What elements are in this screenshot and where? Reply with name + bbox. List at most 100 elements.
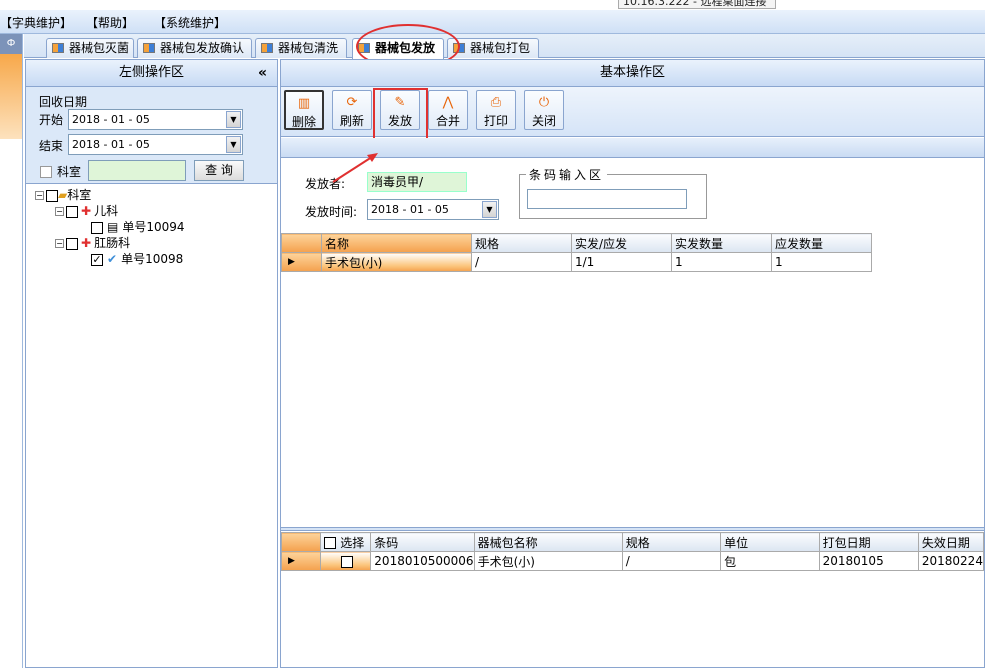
menu-dictionary[interactable]: 【字典维护】 bbox=[0, 14, 72, 31]
tab-pack[interactable]: 器械包打包 bbox=[447, 38, 539, 58]
cell[interactable]: 1/1 bbox=[571, 252, 672, 272]
pin-icon[interactable]: Ф bbox=[0, 34, 22, 54]
select-all-checkbox[interactable] bbox=[324, 537, 337, 549]
barcode-input[interactable] bbox=[527, 189, 687, 209]
package-icon bbox=[52, 43, 64, 53]
cell[interactable]: 2018010500006 bbox=[370, 551, 475, 571]
dropdown-icon[interactable]: ▼ bbox=[226, 111, 241, 128]
trash-icon: ▥ bbox=[297, 96, 311, 111]
dept-checkbox[interactable] bbox=[40, 164, 52, 178]
checkbox-checked[interactable] bbox=[91, 253, 103, 266]
issue-time-picker[interactable]: 2018 - 01 - 05 ▼ bbox=[367, 199, 499, 220]
check-icon: ✔ bbox=[107, 252, 118, 266]
end-date-picker[interactable]: 2018 - 01 - 05 ▼ bbox=[68, 134, 243, 155]
row-pointer-icon: ▶ bbox=[280, 551, 322, 571]
merge-icon: ⋀ bbox=[442, 95, 454, 110]
issue-form: 发放者: 消毒员甲/ 发放时间: 2018 - 01 - 05 ▼ 条码输入区 bbox=[281, 159, 984, 232]
start-date-picker[interactable]: 2018 - 01 - 05 ▼ bbox=[68, 109, 243, 130]
cell[interactable]: 20180105 bbox=[818, 551, 919, 571]
row-checkbox[interactable] bbox=[341, 555, 354, 568]
close-button[interactable]: ⏻ 关闭 bbox=[524, 90, 564, 130]
col-select[interactable]: 选择 bbox=[320, 532, 372, 552]
package-icon bbox=[261, 43, 273, 53]
tab-bar: 器械包灭菌 器械包发放确认 器械包清洗 器械包发放 器械包打包 bbox=[24, 34, 985, 59]
tree-node-10094[interactable]: ▤ 单号10094 bbox=[91, 219, 185, 235]
grid-splitter[interactable] bbox=[281, 527, 984, 531]
dropdown-icon[interactable]: ▼ bbox=[226, 136, 241, 153]
checkbox[interactable] bbox=[66, 237, 78, 250]
col-barcode[interactable]: 条码 bbox=[370, 532, 475, 552]
package-icon bbox=[143, 43, 155, 53]
left-panel: 左侧操作区 « 回收日期 开始 2018 - 01 - 05 ▼ 结束 2018 … bbox=[25, 59, 278, 668]
col-unit[interactable]: 单位 bbox=[720, 532, 820, 552]
col-ratio[interactable]: 实发/应发 bbox=[571, 233, 672, 253]
col-spec[interactable]: 规格 bbox=[621, 532, 722, 552]
checkbox[interactable] bbox=[66, 205, 78, 218]
right-panel: 基本操作区 ▥ 删除 ⟳ 刷新 ✎ 发放 ⋀ 合并 ⎙ 打印 ⏻ 关闭 发放者: 消毒员甲/… bbox=[280, 59, 985, 668]
filter-area: 回收日期 开始 2018 - 01 - 05 ▼ 结束 2018 - 01 - 0… bbox=[26, 87, 277, 184]
medical-kit-icon: ✚ bbox=[81, 204, 92, 218]
select-cell[interactable] bbox=[320, 551, 372, 571]
side-dock: Ф bbox=[0, 34, 23, 668]
cell[interactable]: 20180224 bbox=[917, 551, 985, 571]
medical-kit-icon: ✚ bbox=[81, 236, 92, 250]
checkbox[interactable] bbox=[91, 221, 103, 234]
issuer-label: 发放者: bbox=[305, 177, 346, 191]
checkbox[interactable] bbox=[46, 189, 58, 202]
barcode-grid: 选择 条码 器械包名称 规格 单位 打包日期 失效日期 ▶ 2018010500… bbox=[280, 532, 985, 571]
cell[interactable]: / bbox=[471, 252, 572, 272]
dropdown-icon[interactable]: ▼ bbox=[482, 201, 497, 218]
power-icon: ⏻ bbox=[538, 95, 550, 110]
col-pack-date[interactable]: 打包日期 bbox=[818, 532, 919, 552]
collapse-toggle-icon[interactable]: − bbox=[35, 191, 44, 200]
remote-session-label: 10.16.3.222 - 远程桌面连接 bbox=[618, 0, 776, 9]
col-package-name[interactable]: 器械包名称 bbox=[473, 532, 623, 552]
issue-time-label: 发放时间: bbox=[305, 205, 358, 219]
collapse-icon[interactable]: « bbox=[258, 60, 267, 86]
cell[interactable]: 手术包(小) bbox=[473, 551, 623, 571]
recv-date-label: 回收日期 bbox=[39, 95, 88, 109]
folder-icon: ▰ bbox=[58, 188, 68, 202]
cell[interactable]: 包 bbox=[720, 551, 820, 571]
left-panel-header: 左侧操作区 « bbox=[26, 60, 277, 87]
tree-node-anorectal[interactable]: − ✚ 肛肠科 bbox=[55, 235, 130, 251]
dept-input[interactable] bbox=[88, 160, 186, 181]
cell[interactable]: 手术包(小) bbox=[321, 252, 472, 272]
dock-panel[interactable] bbox=[0, 54, 22, 139]
tab-issue-confirm[interactable]: 器械包发放确认 bbox=[137, 38, 252, 58]
cell[interactable]: 1 bbox=[671, 252, 772, 272]
menu-system[interactable]: 【系统维护】 bbox=[154, 14, 226, 31]
toolbar: ▥ 删除 ⟳ 刷新 ✎ 发放 ⋀ 合并 ⎙ 打印 ⏻ 关闭 bbox=[281, 87, 984, 140]
printer-icon: ⎙ bbox=[490, 95, 502, 110]
merge-button[interactable]: ⋀ 合并 bbox=[428, 90, 468, 130]
row-pointer-icon: ▶ bbox=[281, 252, 322, 272]
col-actual-qty[interactable]: 实发数量 bbox=[671, 233, 772, 253]
refresh-icon: ⟳ bbox=[346, 95, 358, 110]
collapse-toggle-icon[interactable]: − bbox=[55, 239, 64, 248]
tree-node-10098[interactable]: ✔单号10098 bbox=[91, 251, 183, 267]
col-expected-qty[interactable]: 应发数量 bbox=[771, 233, 872, 253]
table-row[interactable]: ▶ 2018010500006 手术包(小) / 包 20180105 2018… bbox=[280, 551, 985, 571]
tree-node-pediatrics[interactable]: − ✚ 儿科 bbox=[55, 203, 118, 219]
print-button[interactable]: ⎙ 打印 bbox=[476, 90, 516, 130]
grid-header-row: 选择 条码 器械包名称 规格 单位 打包日期 失效日期 bbox=[280, 532, 985, 552]
collapse-toggle-icon[interactable]: − bbox=[55, 207, 64, 216]
tree-node-root[interactable]: − ▰科室 bbox=[35, 187, 91, 203]
cell[interactable]: / bbox=[621, 551, 722, 571]
tab-sterilize[interactable]: 器械包灭菌 bbox=[46, 38, 134, 58]
menu-bar: 【字典维护】 【帮助】 【系统维护】 bbox=[0, 10, 985, 34]
grid-corner bbox=[280, 532, 322, 552]
delete-button[interactable]: ▥ 删除 bbox=[284, 90, 324, 130]
tab-wash[interactable]: 器械包清洗 bbox=[255, 38, 347, 58]
document-icon: ▤ bbox=[107, 220, 119, 234]
col-name[interactable]: 名称 bbox=[321, 233, 472, 253]
cell[interactable]: 1 bbox=[771, 252, 872, 272]
table-row[interactable]: ▶ 手术包(小) / 1/1 1 1 bbox=[281, 252, 872, 272]
query-button[interactable]: 查 询 bbox=[194, 160, 244, 181]
issuer-field[interactable]: 消毒员甲/ bbox=[367, 172, 467, 192]
refresh-button[interactable]: ⟳ 刷新 bbox=[332, 90, 372, 130]
col-spec[interactable]: 规格 bbox=[471, 233, 572, 253]
grid-header-row: 名称 规格 实发/应发 实发数量 应发数量 bbox=[281, 233, 872, 253]
menu-help[interactable]: 【帮助】 bbox=[86, 14, 134, 31]
col-expire-date[interactable]: 失效日期 bbox=[917, 532, 985, 552]
